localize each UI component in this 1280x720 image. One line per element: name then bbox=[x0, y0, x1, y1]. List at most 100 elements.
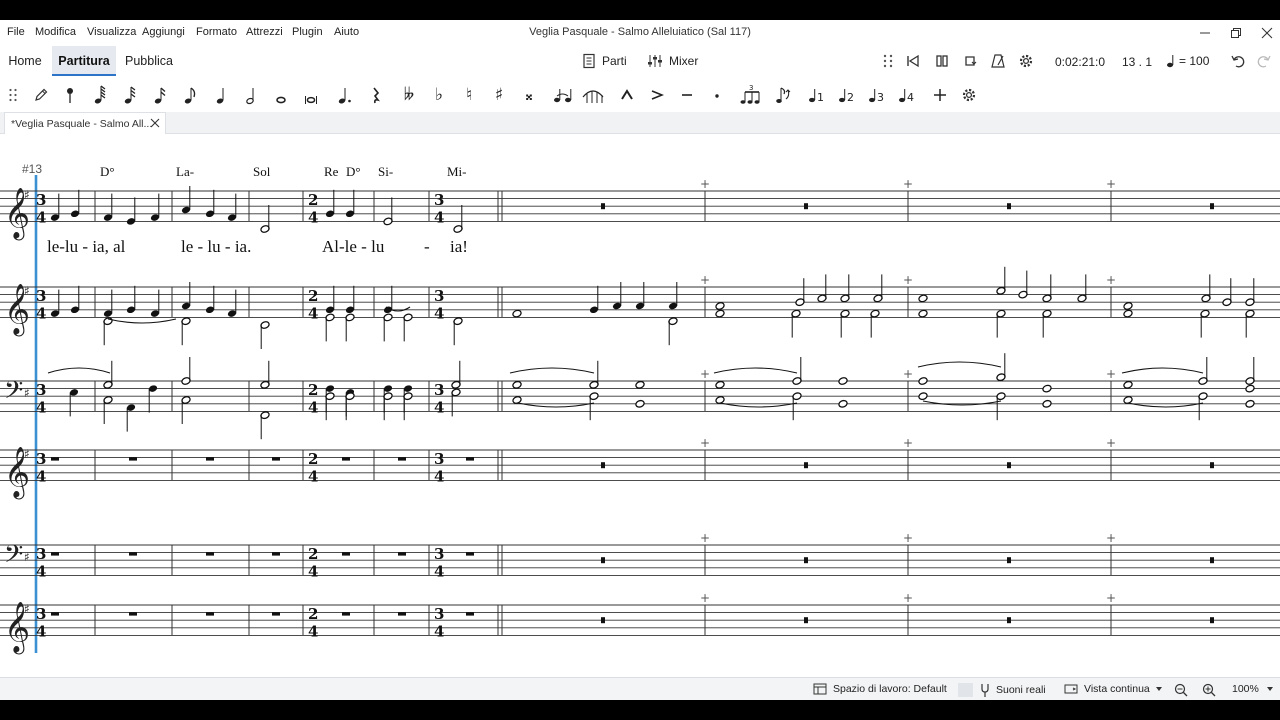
chord-symbol[interactable]: Si- bbox=[378, 164, 393, 179]
score-canvas[interactable]: #13 D° La- Sol Re D° Si- Mi- le-lu - ia,… bbox=[0, 135, 1280, 675]
tab-home[interactable]: Home bbox=[4, 46, 46, 76]
concert-pitch-toggle[interactable]: Suoni reali bbox=[958, 683, 1046, 697]
menu-modifica[interactable]: Modifica bbox=[35, 26, 76, 38]
duration-eighth-button[interactable] bbox=[177, 83, 203, 107]
whole-note-icon bbox=[276, 96, 286, 104]
duration-whole-button[interactable] bbox=[268, 83, 294, 107]
lyric-syllable[interactable]: le-lu - ia, al bbox=[47, 237, 126, 256]
rest-button[interactable] bbox=[362, 83, 388, 107]
duration-32nd-button[interactable] bbox=[117, 83, 143, 107]
tie-slur bbox=[922, 400, 1002, 406]
menu-aiuto[interactable]: Aiuto bbox=[334, 26, 359, 38]
zoom-in-icon bbox=[1202, 683, 1216, 697]
mixer-button[interactable]: Mixer bbox=[647, 50, 698, 72]
lyric-syllable[interactable]: ia! bbox=[450, 237, 468, 256]
double-flat-button[interactable]: 𝄫 bbox=[396, 83, 422, 107]
key-signature-sharp: ♯ bbox=[24, 447, 30, 461]
whole-measure-rest bbox=[1210, 462, 1214, 469]
natural-button[interactable]: ♮ bbox=[456, 83, 482, 107]
chord-symbol[interactable]: Mi- bbox=[447, 164, 467, 179]
duration-quarter-button[interactable] bbox=[208, 83, 234, 107]
add-measure-marker: + bbox=[903, 177, 913, 191]
lyric-syllable[interactable]: le - lu - ia. bbox=[181, 237, 251, 256]
tab-partitura[interactable]: Partitura bbox=[52, 46, 116, 76]
tie-slur bbox=[509, 367, 595, 374]
toolbar-settings-button[interactable] bbox=[956, 83, 982, 107]
loop-button[interactable] bbox=[962, 50, 978, 72]
chevron-down-icon bbox=[1155, 687, 1162, 691]
workspace-selector[interactable]: Spazio di lavoro: Default bbox=[813, 683, 947, 695]
note-input-mode-button[interactable] bbox=[28, 83, 54, 107]
tuplet-button[interactable]: 3 bbox=[738, 83, 764, 107]
rewind-button[interactable] bbox=[905, 50, 921, 72]
tie-button[interactable] bbox=[550, 83, 576, 107]
marcato-button[interactable] bbox=[614, 83, 640, 107]
menu-formato[interactable]: Formato bbox=[196, 26, 237, 38]
tempo-display[interactable]: = 100 bbox=[1166, 50, 1209, 72]
staccato-button[interactable] bbox=[704, 83, 730, 107]
menu-file[interactable]: File bbox=[7, 26, 25, 38]
accent-button[interactable] bbox=[644, 83, 670, 107]
redo-button[interactable] bbox=[1256, 50, 1272, 72]
close-icon[interactable] bbox=[150, 118, 160, 128]
bass-clef: 𝄢 bbox=[4, 540, 23, 575]
metronome-button[interactable] bbox=[990, 50, 1006, 72]
menu-attrezzi[interactable]: Attrezzi bbox=[246, 26, 283, 38]
menu-visualizza[interactable]: Visualizza bbox=[87, 26, 136, 38]
step-time-button[interactable] bbox=[57, 83, 83, 107]
document-tab[interactable]: *Veglia Pasquale - Salmo All... bbox=[4, 112, 166, 134]
restore-button[interactable] bbox=[1221, 22, 1251, 44]
breve-note bbox=[918, 392, 928, 401]
whole-measure-rest bbox=[804, 462, 808, 469]
duration-16th-button[interactable] bbox=[147, 83, 173, 107]
zoom-in-button[interactable] bbox=[1202, 683, 1222, 697]
eighth-note-icon bbox=[184, 87, 196, 104]
play-pause-button[interactable] bbox=[934, 50, 950, 72]
parts-button[interactable]: Parti bbox=[582, 50, 627, 72]
chord-symbol[interactable]: Re bbox=[324, 164, 339, 179]
measure-rest bbox=[129, 552, 137, 556]
whole-note bbox=[1245, 384, 1255, 393]
undo-button[interactable] bbox=[1230, 50, 1246, 72]
measure-rest bbox=[466, 612, 474, 616]
flat-button[interactable]: ♭ bbox=[426, 83, 452, 107]
whole-measure-rest bbox=[601, 462, 605, 469]
score-view[interactable]: #13 D° La- Sol Re D° Si- Mi- le-lu - ia,… bbox=[0, 135, 1280, 675]
lyric-syllable[interactable]: - bbox=[424, 237, 430, 256]
voice-3-button[interactable]: 3 bbox=[864, 83, 890, 107]
note-toolbar-drag-handle[interactable] bbox=[0, 83, 26, 107]
augmentation-dot-button[interactable] bbox=[332, 83, 358, 107]
menu-aggiungi[interactable]: Aggiungi bbox=[142, 26, 185, 38]
slur-button[interactable] bbox=[580, 83, 606, 107]
voice-4-button[interactable]: 4 bbox=[894, 83, 920, 107]
chord-symbol[interactable]: La- bbox=[176, 164, 194, 179]
chord-symbol[interactable]: D° bbox=[100, 164, 115, 179]
zoom-selector[interactable]: 100% bbox=[1232, 683, 1280, 695]
playback-settings-button[interactable] bbox=[1018, 50, 1034, 72]
sharp-button[interactable]: ♯ bbox=[486, 83, 512, 107]
double-sharp-button[interactable]: 𝄪 bbox=[516, 83, 542, 107]
voice-2-button[interactable]: 2 bbox=[834, 83, 860, 107]
zoom-out-button[interactable] bbox=[1174, 683, 1194, 697]
add-element-button[interactable] bbox=[927, 83, 953, 107]
mixer-icon bbox=[648, 55, 662, 67]
whole-note bbox=[635, 380, 645, 389]
note-input-toolbar: 𝄫 ♭ ♮ ♯ 𝄪 3 1 2 3 4 bbox=[0, 80, 1280, 110]
tab-pubblica[interactable]: Pubblica bbox=[122, 46, 176, 76]
menu-plugin[interactable]: Plugin bbox=[292, 26, 323, 38]
time-signature-numerator: 3 bbox=[434, 287, 444, 305]
chord-symbol[interactable]: Sol bbox=[253, 164, 271, 179]
whole-note bbox=[838, 399, 848, 408]
tenuto-button[interactable] bbox=[674, 83, 700, 107]
close-window-button[interactable] bbox=[1252, 22, 1280, 44]
duration-64th-button[interactable] bbox=[87, 83, 113, 107]
duration-breve-button[interactable] bbox=[298, 83, 324, 107]
lyric-syllable[interactable]: Al-le - lu bbox=[322, 237, 385, 256]
playback-drag-handle[interactable] bbox=[882, 50, 894, 72]
view-mode-selector[interactable]: Vista continua bbox=[1064, 683, 1170, 695]
voice-1-button[interactable]: 1 bbox=[804, 83, 830, 107]
chord-symbol[interactable]: D° bbox=[346, 164, 361, 179]
minimize-button[interactable] bbox=[1190, 22, 1220, 44]
duration-half-button[interactable] bbox=[238, 83, 264, 107]
flip-direction-button[interactable] bbox=[770, 83, 796, 107]
